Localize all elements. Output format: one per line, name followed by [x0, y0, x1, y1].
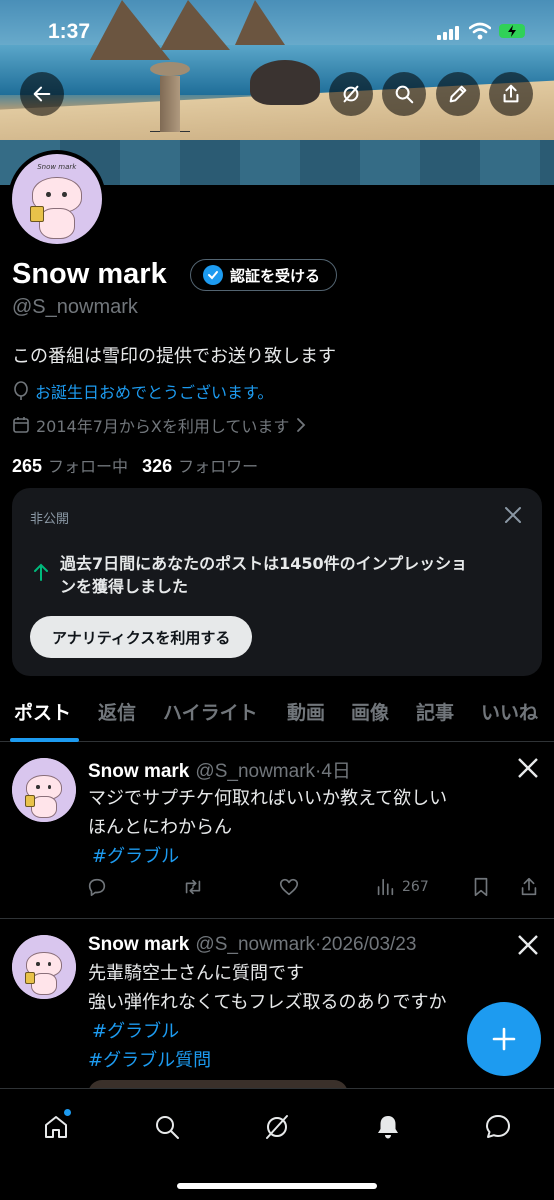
- search-button[interactable]: [382, 72, 426, 116]
- post-avatar[interactable]: [12, 935, 76, 999]
- post-meta: @S_nowmark·2026/03/23: [195, 934, 417, 955]
- cellular-signal-icon: [437, 26, 459, 40]
- tab-videos[interactable]: 動画: [287, 698, 325, 725]
- reply-icon: [88, 878, 106, 897]
- reply-button[interactable]: [86, 876, 108, 898]
- search-icon: [395, 85, 414, 104]
- like-icon: [279, 878, 299, 896]
- balloon-icon: [14, 381, 28, 400]
- tab-likes[interactable]: いいね: [481, 698, 538, 725]
- axolotl-avatar-image: Snow mark: [12, 154, 102, 244]
- repost-icon: [185, 879, 201, 895]
- display-name: Snow mark: [12, 258, 167, 290]
- x-logo-icon: [518, 758, 538, 778]
- verified-badge-icon: [203, 265, 223, 285]
- notifications-icon: [378, 1116, 398, 1139]
- back-button[interactable]: [20, 72, 64, 116]
- post-actions: 267: [86, 876, 542, 900]
- repost-button[interactable]: [182, 876, 204, 898]
- messages-icon: [486, 1115, 510, 1138]
- x-logo-icon: [518, 935, 538, 955]
- hashtag-link[interactable]: #グラブル: [88, 1017, 447, 1046]
- profile-handle: @S_nowmark: [12, 296, 138, 318]
- hashtag-link[interactable]: #グラブル質問: [88, 1046, 447, 1075]
- private-analytics-card: 非公開 過去7日間にあなたのポストは1450件のインプレッショ ンを獲得しました…: [12, 488, 542, 676]
- get-verified-button[interactable]: 認証を受ける: [190, 259, 338, 291]
- home-icon: [45, 1116, 67, 1138]
- post-avatar[interactable]: [12, 758, 76, 822]
- share-icon: [503, 84, 519, 103]
- post-meta: @S_nowmark·4日: [195, 761, 351, 782]
- private-label: 非公開: [30, 512, 70, 527]
- joined-text: 2014年7月からXを利用しています: [36, 417, 290, 436]
- share-post-button[interactable]: [518, 876, 540, 898]
- plus-icon: [492, 1027, 516, 1051]
- nav-search[interactable]: [147, 1107, 187, 1147]
- compose-post-button[interactable]: [467, 1002, 541, 1076]
- profile-avatar[interactable]: Snow mark: [8, 150, 106, 248]
- wifi-icon: [469, 22, 491, 40]
- axolotl-avatar-image: [12, 758, 76, 822]
- status-bar: 1:37: [0, 0, 554, 60]
- views-count: 267: [402, 879, 429, 895]
- profile-bio: この番組は雪印の提供でお送り致します: [12, 346, 336, 367]
- joined-line[interactable]: 2014年7月からXを利用しています: [12, 413, 307, 437]
- nav-home[interactable]: [36, 1107, 76, 1147]
- tab-highlights[interactable]: ハイライト: [163, 698, 258, 725]
- grok-icon: [343, 85, 359, 103]
- status-time: 1:37: [48, 20, 91, 43]
- birthday-text[interactable]: お誕生日おめでとうございます。: [35, 379, 273, 403]
- views-button[interactable]: 267: [374, 876, 429, 898]
- bookmark-icon: [474, 877, 488, 897]
- tab-replies[interactable]: 返信: [98, 698, 136, 725]
- trending-up-icon: [34, 563, 48, 581]
- nav-grok[interactable]: [257, 1107, 297, 1147]
- hashtag-link[interactable]: #グラブル: [88, 842, 447, 871]
- nav-notifications[interactable]: [368, 1107, 408, 1147]
- post-text: マジでサプチケ何取ればいいか教えて欲しい ほんとにわからん #グラブル: [88, 784, 447, 871]
- use-analytics-button[interactable]: アナリティクスを利用する: [30, 616, 253, 658]
- tab-posts[interactable]: ポスト: [14, 698, 71, 725]
- follow-stats: 265 フォロー中 326 フォロワー: [12, 453, 258, 477]
- battery-icon: [499, 24, 525, 38]
- post-author-name[interactable]: Snow mark: [88, 934, 189, 955]
- search-icon: [156, 1116, 179, 1139]
- like-button[interactable]: [278, 876, 300, 898]
- views-icon: [377, 878, 394, 896]
- share-button[interactable]: [489, 72, 533, 116]
- banner-character: [250, 60, 320, 105]
- post-header: Snow mark @S_nowmark·2026/03/23: [88, 933, 416, 956]
- banner-bollard: [150, 62, 190, 132]
- back-arrow-icon: [33, 86, 51, 102]
- birthday-line: お誕生日おめでとうございます。: [12, 379, 273, 403]
- nav-messages[interactable]: [478, 1107, 518, 1147]
- post-item[interactable]: Snow mark @S_nowmark·2026/03/23 先輩騎空士さんに…: [0, 919, 554, 1099]
- avatar-caption: Snow mark: [37, 163, 77, 171]
- grok-button[interactable]: [329, 72, 373, 116]
- followers-link[interactable]: 326 フォロワー: [142, 453, 258, 477]
- post-header: Snow mark @S_nowmark·4日: [88, 756, 351, 783]
- following-link[interactable]: 265 フォロー中: [12, 453, 128, 477]
- calendar-icon: [13, 417, 29, 433]
- tab-photos[interactable]: 画像: [351, 698, 389, 725]
- bookmark-button[interactable]: [470, 876, 492, 898]
- chevron-right-icon: [297, 418, 306, 432]
- edit-profile-button[interactable]: [436, 72, 480, 116]
- grok-icon: [266, 1115, 288, 1139]
- impressions-message: 過去7日間にあなたのポストは1450件のインプレッショ ンを獲得しました: [60, 554, 468, 596]
- close-icon[interactable]: [502, 504, 524, 526]
- edit-icon: [449, 85, 467, 103]
- axolotl-avatar-image: [12, 935, 76, 999]
- profile-tabs: ポスト 返信 ハイライト 動画 画像 記事 いいね: [0, 688, 554, 742]
- notification-dot: [64, 1109, 71, 1116]
- post-item[interactable]: Snow mark @S_nowmark·4日 マジでサプチケ何取ればいいか教え…: [0, 742, 554, 919]
- tab-articles[interactable]: 記事: [416, 698, 454, 725]
- home-indicator: [177, 1183, 377, 1189]
- share-icon: [521, 877, 537, 896]
- get-verified-label: 認証を受ける: [230, 266, 321, 285]
- post-text: 先輩騎空士さんに質問です 強い弾作れなくてもフレズ取るのありですか #グラブル …: [88, 959, 447, 1075]
- post-author-name[interactable]: Snow mark: [88, 761, 189, 782]
